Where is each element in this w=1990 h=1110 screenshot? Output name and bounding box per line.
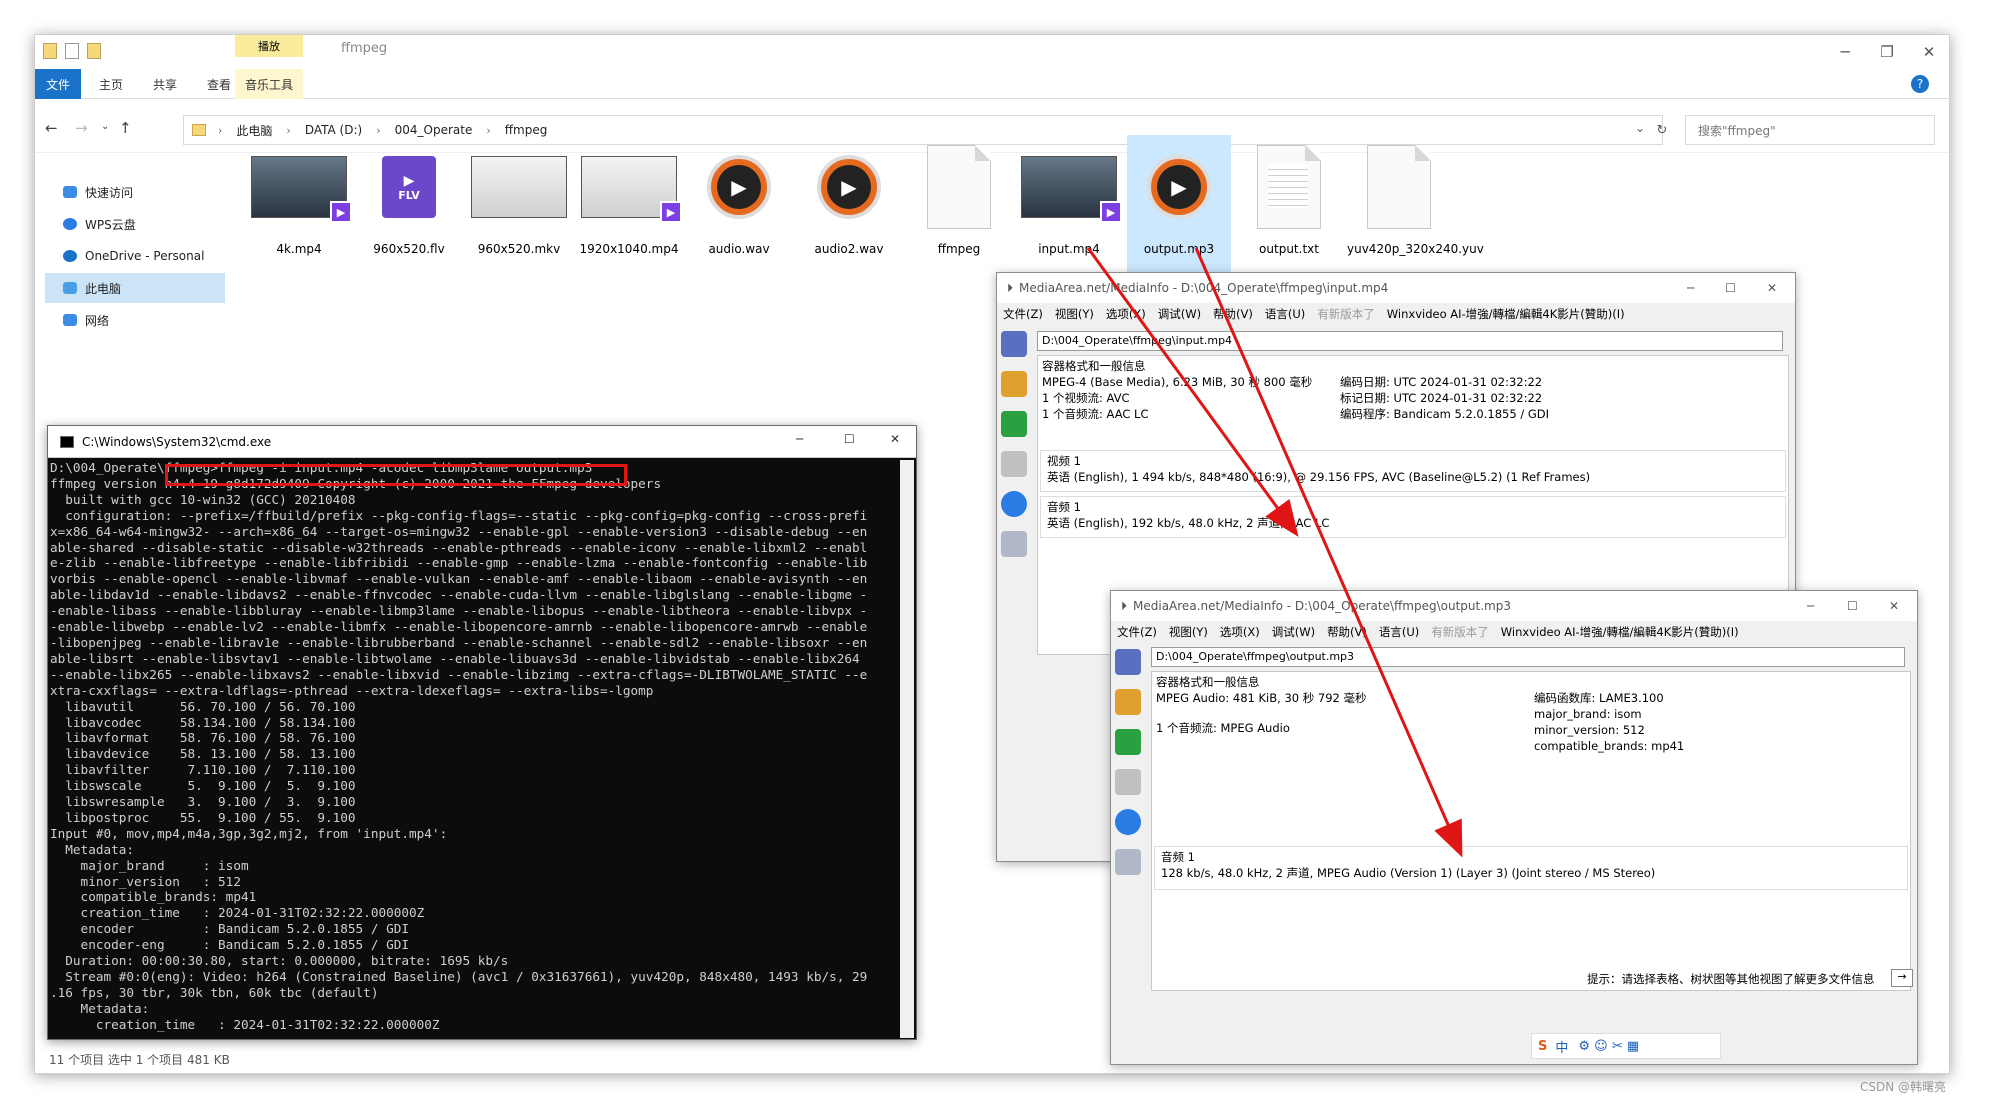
arrow-input-to-audio: [1086, 247, 1299, 537]
arrow-output-to-audio: [1194, 247, 1463, 858]
watermark: CSDN @韩曙亮: [1860, 1080, 1947, 1094]
annotation-arrows: [1086, 247, 1463, 858]
